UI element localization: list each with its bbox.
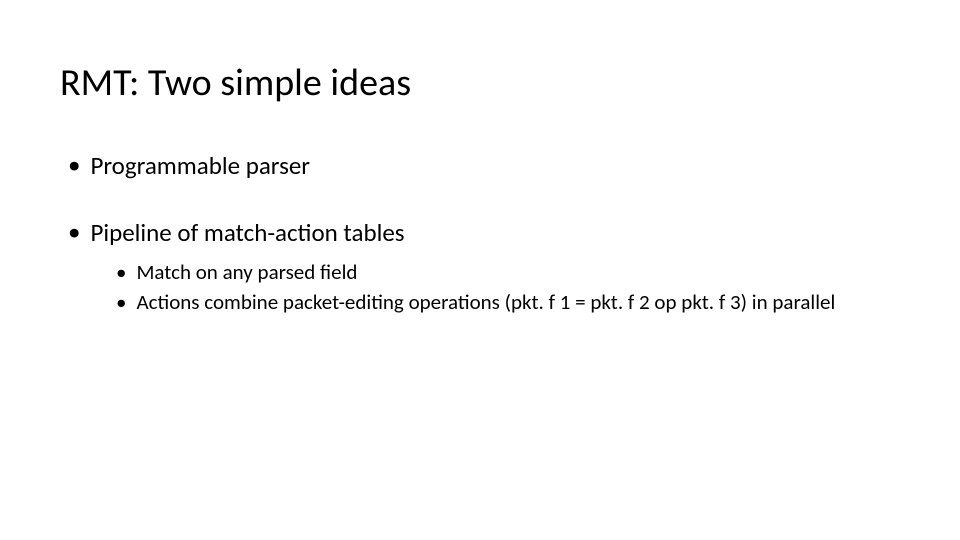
bullet-item: • Programmable parser	[60, 150, 900, 181]
sub-bullet-list: • Match on any parsed field • Actions co…	[116, 258, 900, 317]
sub-bullet-item: • Actions combine packet-editing operati…	[116, 288, 900, 316]
sub-bullet-text: Actions combine packet-editing operation…	[136, 288, 835, 316]
bullet-item: • Pipeline of match-action tables	[60, 217, 900, 248]
sub-bullet-text: Match on any parsed field	[136, 258, 357, 286]
bullet-text: Pipeline of match-action tables	[90, 217, 404, 248]
bullet-dot-icon: •	[116, 258, 126, 286]
sub-bullet-item: • Match on any parsed field	[116, 258, 900, 286]
bullet-dot-icon: •	[68, 150, 80, 180]
bullet-text: Programmable parser	[90, 150, 310, 181]
bullet-dot-icon: •	[68, 217, 80, 247]
bullet-dot-icon: •	[116, 288, 126, 316]
slide-title: RMT: Two simple ideas	[60, 60, 900, 106]
